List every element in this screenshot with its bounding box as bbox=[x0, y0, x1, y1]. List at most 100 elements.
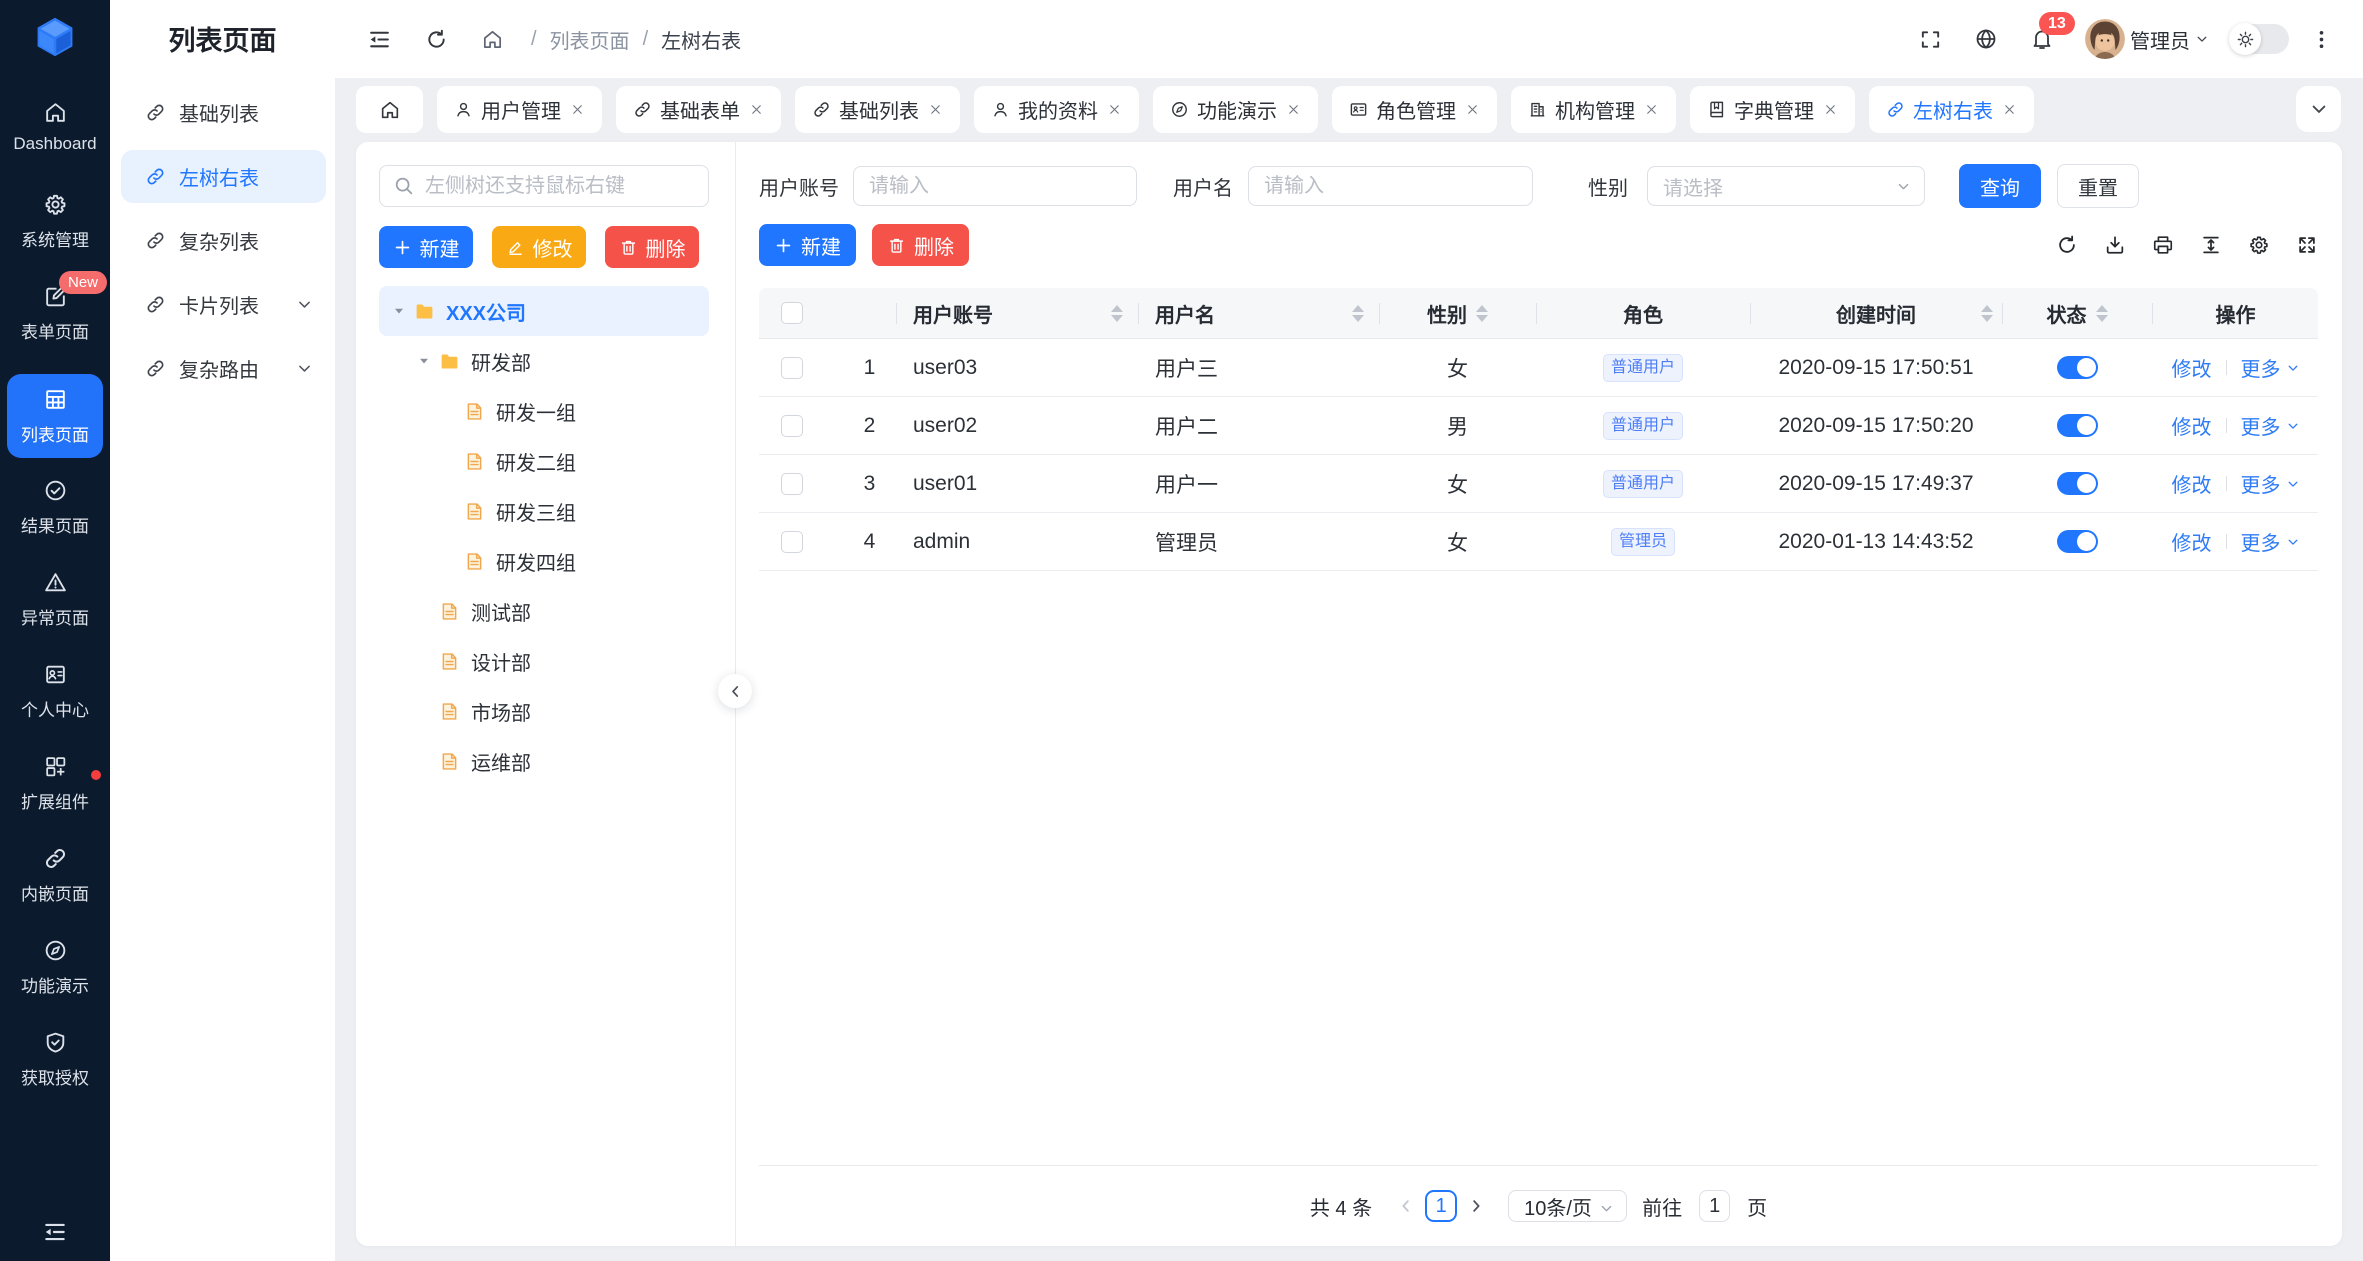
select-all-checkbox[interactable] bbox=[781, 302, 803, 324]
tree-node[interactable]: 运维部 bbox=[379, 736, 709, 786]
tree-search-input[interactable] bbox=[379, 165, 709, 207]
header-gender[interactable]: 性别 bbox=[1379, 288, 1536, 338]
close-icon[interactable] bbox=[1465, 102, 1480, 117]
app-logo[interactable] bbox=[0, 0, 110, 94]
reset-button[interactable]: 重置 bbox=[2057, 164, 2139, 208]
primary-nav-item[interactable]: 个人中心 bbox=[7, 656, 103, 748]
primary-nav-item[interactable]: 内嵌页面 bbox=[7, 840, 103, 932]
tab[interactable]: 我的资料 bbox=[974, 86, 1139, 133]
create-button[interactable]: 新建 bbox=[759, 224, 856, 266]
tabs-more-button[interactable] bbox=[2296, 86, 2341, 132]
avatar[interactable] bbox=[2085, 19, 2125, 59]
close-icon[interactable] bbox=[928, 102, 943, 117]
sort-icon[interactable] bbox=[1111, 305, 1123, 322]
tab[interactable]: 字典管理 bbox=[1690, 86, 1855, 133]
language-button[interactable] bbox=[1974, 27, 1998, 51]
primary-nav-item[interactable]: 结果页面 bbox=[7, 472, 103, 564]
primary-nav-item[interactable]: 系统管理 bbox=[7, 186, 103, 278]
status-toggle[interactable] bbox=[2057, 530, 2098, 553]
header-account[interactable]: 用户账号 bbox=[896, 288, 1138, 338]
table-refresh-button[interactable] bbox=[2056, 234, 2078, 256]
tab[interactable] bbox=[356, 86, 423, 133]
table-export-button[interactable] bbox=[2104, 234, 2126, 256]
primary-nav-item[interactable]: 异常页面 bbox=[7, 564, 103, 656]
menu-fold-button[interactable] bbox=[367, 27, 392, 52]
tree-caret-icon[interactable] bbox=[393, 305, 405, 317]
page-number-button[interactable]: 1 bbox=[1425, 1190, 1457, 1222]
table-print-button[interactable] bbox=[2152, 234, 2174, 256]
header-name[interactable]: 用户名 bbox=[1138, 288, 1379, 338]
submenu-item[interactable]: 左树右表 bbox=[121, 150, 326, 203]
sidebar-collapse-button[interactable] bbox=[42, 1219, 68, 1261]
tree-node[interactable]: 测试部 bbox=[379, 586, 709, 636]
tab[interactable]: 基础表单 bbox=[616, 86, 781, 133]
search-button[interactable]: 查询 bbox=[1959, 164, 2041, 208]
breadcrumb-home[interactable] bbox=[481, 28, 504, 51]
row-checkbox[interactable] bbox=[781, 531, 803, 553]
row-checkbox[interactable] bbox=[781, 473, 803, 495]
tree-node[interactable]: 研发二组 bbox=[379, 436, 709, 486]
table-settings-button[interactable] bbox=[2248, 234, 2270, 256]
fullscreen-button[interactable] bbox=[1919, 28, 1942, 51]
primary-nav-item[interactable]: 获取授权 bbox=[7, 1024, 103, 1116]
theme-toggle[interactable] bbox=[2230, 24, 2289, 54]
tab[interactable]: 基础列表 bbox=[795, 86, 960, 133]
edit-link[interactable]: 修改 bbox=[2172, 469, 2212, 498]
tree-node[interactable]: 设计部 bbox=[379, 636, 709, 686]
primary-nav-item[interactable]: 表单页面 New bbox=[7, 278, 103, 370]
close-icon[interactable] bbox=[1823, 102, 1838, 117]
breadcrumb-item[interactable]: 列表页面 bbox=[550, 25, 630, 54]
submenu-item[interactable]: 卡片列表 bbox=[121, 278, 326, 331]
close-icon[interactable] bbox=[749, 102, 764, 117]
header-status[interactable]: 状态 bbox=[2002, 288, 2152, 338]
delete-button[interactable]: 删除 bbox=[872, 224, 969, 266]
tree-create-button[interactable]: 新建 bbox=[379, 226, 473, 268]
sort-icon[interactable] bbox=[1981, 305, 1993, 322]
tree-node[interactable]: 研发四组 bbox=[379, 536, 709, 586]
refresh-button[interactable] bbox=[425, 28, 448, 51]
close-icon[interactable] bbox=[1286, 102, 1301, 117]
tree-caret-icon[interactable] bbox=[418, 355, 430, 367]
more-options-button[interactable] bbox=[2310, 28, 2333, 51]
row-checkbox[interactable] bbox=[781, 415, 803, 437]
table-rowheight-button[interactable] bbox=[2200, 234, 2222, 256]
table-fullscreen-button[interactable] bbox=[2296, 234, 2318, 256]
filter-name-input[interactable] bbox=[1248, 166, 1533, 206]
edit-link[interactable]: 修改 bbox=[2172, 411, 2212, 440]
sort-icon[interactable] bbox=[1476, 305, 1488, 322]
more-link[interactable]: 更多 bbox=[2241, 353, 2300, 382]
close-icon[interactable] bbox=[2002, 102, 2017, 117]
tab[interactable]: 左树右表 bbox=[1869, 86, 2034, 133]
submenu-item[interactable]: 基础列表 bbox=[121, 86, 326, 139]
filter-gender-select[interactable]: 请选择 bbox=[1647, 166, 1925, 206]
primary-nav-item[interactable]: 扩展组件 bbox=[7, 748, 103, 840]
notifications-button[interactable]: 13 bbox=[2030, 27, 2054, 51]
prev-page-button[interactable] bbox=[1395, 1197, 1417, 1215]
tab[interactable]: 功能演示 bbox=[1153, 86, 1318, 133]
page-size-select[interactable]: 10条/页 bbox=[1508, 1190, 1627, 1222]
tab[interactable]: 用户管理 bbox=[437, 86, 602, 133]
more-link[interactable]: 更多 bbox=[2241, 527, 2300, 556]
tree-node[interactable]: XXX公司 bbox=[379, 286, 709, 336]
edit-link[interactable]: 修改 bbox=[2172, 527, 2212, 556]
edit-link[interactable]: 修改 bbox=[2172, 353, 2212, 382]
goto-page-input[interactable] bbox=[1699, 1190, 1730, 1222]
next-page-button[interactable] bbox=[1465, 1197, 1487, 1215]
submenu-item[interactable]: 复杂列表 bbox=[121, 214, 326, 267]
filter-account-input[interactable] bbox=[853, 166, 1137, 206]
close-icon[interactable] bbox=[1644, 102, 1659, 117]
more-link[interactable]: 更多 bbox=[2241, 469, 2300, 498]
tree-node[interactable]: 研发一组 bbox=[379, 386, 709, 436]
tree-node[interactable]: 市场部 bbox=[379, 686, 709, 736]
primary-nav-item[interactable]: 列表页面 bbox=[7, 374, 103, 458]
user-menu[interactable]: 管理员 bbox=[2125, 25, 2209, 54]
close-icon[interactable] bbox=[1107, 102, 1122, 117]
row-checkbox[interactable] bbox=[781, 357, 803, 379]
header-created[interactable]: 创建时间 bbox=[1750, 288, 2002, 338]
tree-delete-button[interactable]: 删除 bbox=[605, 226, 699, 268]
collapse-tree-button[interactable] bbox=[718, 674, 752, 708]
tree-node[interactable]: 研发部 bbox=[379, 336, 709, 386]
submenu-item[interactable]: 复杂路由 bbox=[121, 342, 326, 395]
close-icon[interactable] bbox=[570, 102, 585, 117]
status-toggle[interactable] bbox=[2057, 414, 2098, 437]
